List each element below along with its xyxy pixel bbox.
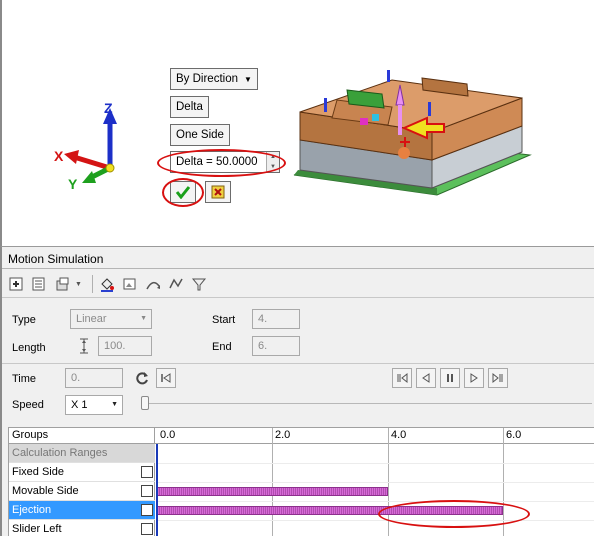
axis-y-label: Y xyxy=(68,176,78,192)
step-path-icon[interactable] xyxy=(166,274,186,294)
timeline-tick-6: 6.0 xyxy=(506,429,522,441)
skip-forward-icon xyxy=(492,372,503,384)
component-list-icon[interactable] xyxy=(29,274,49,294)
link-icon[interactable] xyxy=(141,485,153,497)
cancel-button[interactable] xyxy=(205,181,231,203)
panel-title: Motion Simulation xyxy=(8,252,104,266)
row-line xyxy=(156,482,594,483)
axis-x-label: X xyxy=(54,148,64,164)
highlight-ellipse-ejection xyxy=(378,500,530,528)
section-divider xyxy=(2,363,594,364)
play-icon xyxy=(470,373,478,383)
group-row-ejection[interactable]: Ejection xyxy=(9,501,155,520)
pause-icon xyxy=(447,374,453,382)
length-field[interactable]: 100. xyxy=(98,336,152,356)
speed-slider-track[interactable] xyxy=(144,403,592,404)
start-field[interactable]: 4. xyxy=(252,309,300,329)
toolbar: ▼ xyxy=(6,273,212,295)
image-export-icon[interactable] xyxy=(120,274,140,294)
type-dropdown[interactable]: Linear ▼ xyxy=(70,309,152,329)
time-cursor[interactable] xyxy=(156,444,158,536)
group-row-label: Calculation Ranges xyxy=(12,447,108,459)
link-icon[interactable] xyxy=(141,504,153,516)
length-measure-icon[interactable] xyxy=(74,336,94,356)
chevron-down-icon: ▼ xyxy=(111,401,118,408)
group-row-label: Slider Left xyxy=(12,523,62,535)
group-row-label: Fixed Side xyxy=(12,466,64,478)
timeline-tick-2: 2.0 xyxy=(275,429,291,441)
settings-filter-icon[interactable] xyxy=(189,274,209,294)
link-icon[interactable] xyxy=(141,466,153,478)
skip-back-icon xyxy=(397,372,408,384)
axis-z-label: Z xyxy=(104,100,113,116)
graphics-viewport[interactable]: Z X Y By Direction ▼ Delta One Side Delta… xyxy=(0,0,594,246)
cancel-icon xyxy=(211,185,225,199)
one-side-button[interactable]: One Side xyxy=(170,124,230,146)
chevron-down-icon[interactable]: ▼ xyxy=(75,281,82,288)
row-line xyxy=(156,463,594,464)
speed-slider-thumb[interactable] xyxy=(141,396,149,410)
toolbar-separator xyxy=(91,275,93,293)
skip-forward-button[interactable] xyxy=(488,368,508,388)
timeline-tick-4: 4.0 xyxy=(391,429,407,441)
end-label: End xyxy=(212,341,232,353)
motion-path-icon[interactable] xyxy=(143,274,163,294)
motion-simulation-panel: Motion Simulation ▼ Type Linear ▼ Start … xyxy=(0,246,594,536)
group-row-calculation-ranges[interactable]: Calculation Ranges xyxy=(9,444,155,463)
row-line xyxy=(156,501,594,502)
group-row-slider-left[interactable]: Slider Left xyxy=(9,520,155,536)
rewind-start-icon xyxy=(161,373,171,383)
start-label: Start xyxy=(212,314,236,326)
refresh-icon[interactable] xyxy=(132,368,152,388)
play-button[interactable] xyxy=(464,368,484,388)
paint-bucket-icon[interactable] xyxy=(97,274,117,294)
timeline-tick-0: 0.0 xyxy=(160,429,176,441)
end-field[interactable]: 6. xyxy=(252,336,300,356)
by-direction-label: By Direction xyxy=(176,73,238,85)
highlight-ellipse-ok xyxy=(162,178,204,207)
speed-label: Speed xyxy=(12,399,44,411)
speed-value: X 1 xyxy=(71,399,88,411)
assembly-icon[interactable] xyxy=(52,274,72,294)
chevron-down-icon: ▼ xyxy=(140,315,147,322)
time-label: Time xyxy=(12,373,37,385)
group-row-fixed-side[interactable]: Fixed Side xyxy=(9,463,155,482)
type-value: Linear xyxy=(76,313,107,325)
group-row-label: Movable Side xyxy=(12,485,79,497)
step-back-icon xyxy=(422,373,430,383)
skip-back-button[interactable] xyxy=(392,368,412,388)
group-row-label: Ejection xyxy=(12,504,52,516)
delta-button[interactable]: Delta xyxy=(170,96,209,118)
add-group-icon[interactable] xyxy=(6,274,26,294)
pause-button[interactable] xyxy=(440,368,460,388)
axis-triad xyxy=(64,108,117,183)
by-direction-dropdown[interactable]: By Direction ▼ xyxy=(170,68,258,90)
link-icon[interactable] xyxy=(141,523,153,535)
title-divider xyxy=(2,268,594,269)
time-field[interactable]: 0. xyxy=(65,368,123,388)
mold-model-3d[interactable] xyxy=(292,60,532,200)
row-line xyxy=(156,520,594,521)
group-row-movable-side[interactable]: Movable Side xyxy=(9,482,155,501)
step-back-button[interactable] xyxy=(416,368,436,388)
chevron-down-icon: ▼ xyxy=(244,75,252,84)
timeline-bar-movable-side[interactable] xyxy=(157,487,388,496)
highlight-ellipse-delta xyxy=(157,149,286,177)
speed-dropdown[interactable]: X 1 ▼ xyxy=(65,395,123,415)
section-divider xyxy=(2,297,594,298)
rewind-start-button[interactable] xyxy=(156,368,176,388)
length-label: Length xyxy=(12,342,46,354)
type-label: Type xyxy=(12,314,36,326)
